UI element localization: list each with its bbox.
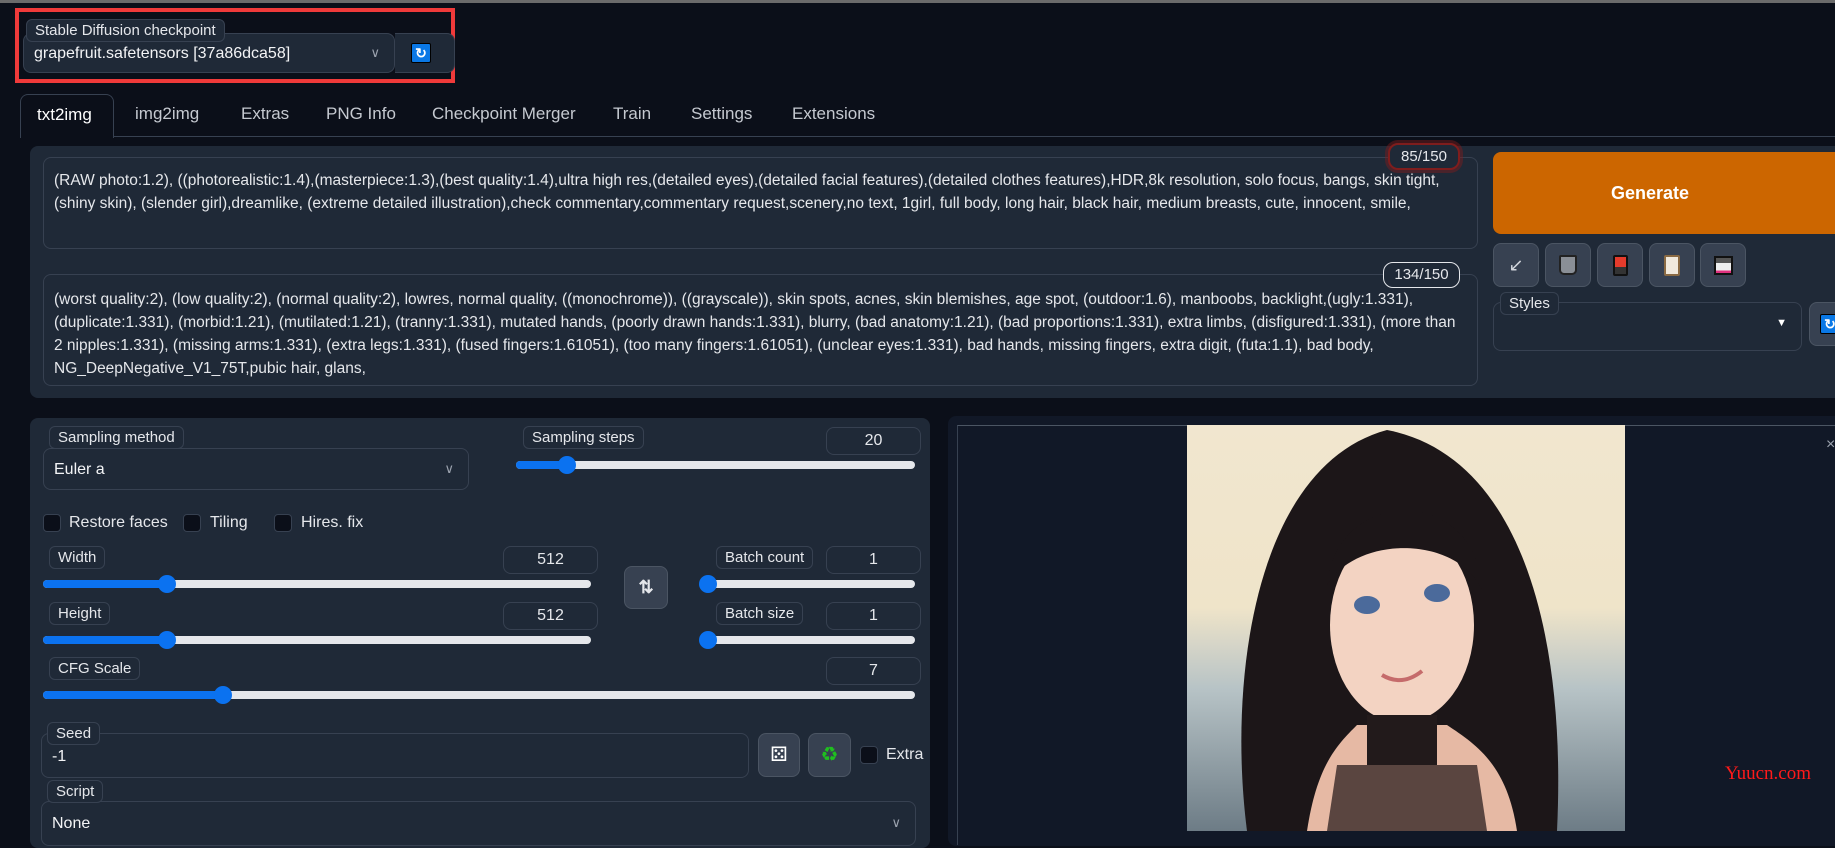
restore-faces-label: Restore faces xyxy=(69,514,168,531)
slider-thumb[interactable] xyxy=(557,456,576,474)
tab-img2img[interactable]: img2img xyxy=(135,104,199,124)
tab-txt2img[interactable]: txt2img xyxy=(20,94,114,138)
cfg-scale-slider[interactable] xyxy=(43,686,915,704)
height-slider[interactable] xyxy=(43,631,591,649)
generated-image[interactable] xyxy=(1187,425,1625,831)
batch-size-value[interactable]: 1 xyxy=(826,602,921,630)
script-dropdown[interactable]: None ∨ xyxy=(41,801,916,846)
tab-extras[interactable]: Extras xyxy=(241,104,289,124)
tiling-checkbox[interactable] xyxy=(183,514,201,532)
slider-thumb[interactable] xyxy=(699,631,717,649)
tab-extensions[interactable]: Extensions xyxy=(792,104,875,124)
hires-fix-checkbox[interactable] xyxy=(274,514,292,532)
chevron-down-icon: ∨ xyxy=(444,461,454,476)
checkpoint-value: grapefruit.safetensors [37a86dca58] xyxy=(34,45,291,62)
tab-checkpoint-merger[interactable]: Checkpoint Merger xyxy=(432,104,576,124)
chevron-down-icon: ∨ xyxy=(891,815,901,830)
clear-prompt-button[interactable] xyxy=(1545,243,1591,287)
swap-dimensions-button[interactable]: ⇅ xyxy=(624,566,668,609)
generate-button[interactable]: Generate xyxy=(1493,152,1835,234)
seed-input[interactable]: -1 xyxy=(41,733,749,778)
slider-fill xyxy=(43,580,167,588)
styles-refresh-button[interactable]: ↻ xyxy=(1809,302,1835,346)
slider-thumb[interactable] xyxy=(157,631,176,649)
batch-count-label: Batch count xyxy=(716,546,814,569)
sampling-method-label: Sampling method xyxy=(49,426,184,449)
save-style-button[interactable] xyxy=(1700,243,1746,287)
show-extra-networks-button[interactable] xyxy=(1597,243,1643,287)
reuse-seed-button[interactable]: ♻ xyxy=(808,733,851,777)
read-params-button[interactable]: ↙ xyxy=(1493,243,1539,287)
refresh-icon: ↻ xyxy=(1820,314,1835,334)
height-label: Height xyxy=(49,602,111,625)
seed-label: Seed xyxy=(47,722,101,745)
checkpoint-label: Stable Diffusion checkpoint xyxy=(26,19,225,42)
hires-fix-label: Hires. fix xyxy=(301,514,364,531)
script-label: Script xyxy=(47,780,104,803)
random-seed-button[interactable]: ⚄ xyxy=(758,733,800,777)
batch-count-slider[interactable] xyxy=(699,575,915,593)
floppy-disk-icon xyxy=(1713,256,1733,275)
batch-size-label: Batch size xyxy=(716,602,804,625)
script-value: None xyxy=(52,815,91,832)
sampling-steps-value[interactable]: 20 xyxy=(826,427,921,455)
dice-icon: ⚄ xyxy=(770,744,788,766)
arrow-down-left-icon: ↙ xyxy=(1508,255,1524,275)
width-label: Width xyxy=(49,546,106,569)
tab-settings[interactable]: Settings xyxy=(691,104,752,124)
slider-thumb[interactable] xyxy=(699,575,717,593)
sampling-steps-slider[interactable] xyxy=(516,456,915,474)
window-top-border xyxy=(0,0,1835,3)
clipboard-icon xyxy=(1664,255,1680,276)
cfg-scale-label: CFG Scale xyxy=(49,657,141,680)
width-value[interactable]: 512 xyxy=(503,546,598,574)
checkpoint-refresh-area: ↻ xyxy=(395,33,455,73)
batch-count-value[interactable]: 1 xyxy=(826,546,921,574)
slider-thumb[interactable] xyxy=(157,575,176,593)
prompt-token-counter: 85/150 xyxy=(1388,143,1460,170)
height-value[interactable]: 512 xyxy=(503,602,598,630)
seed-value: -1 xyxy=(52,748,67,765)
restore-faces-checkbox[interactable] xyxy=(43,514,61,532)
extra-seed-checkbox[interactable] xyxy=(860,746,878,764)
sampling-method-value: Euler a xyxy=(54,461,105,478)
red-card-icon xyxy=(1612,255,1628,276)
trash-icon xyxy=(1559,255,1577,275)
refresh-icon[interactable]: ↻ xyxy=(411,43,431,63)
styles-label: Styles xyxy=(1500,292,1559,315)
tab-divider xyxy=(113,136,1835,137)
batch-size-slider[interactable] xyxy=(699,631,915,649)
prompt-input[interactable]: (RAW photo:1.2), ((photorealistic:1.4),(… xyxy=(43,157,1478,249)
tab-png-info[interactable]: PNG Info xyxy=(326,104,396,124)
sampling-steps-label: Sampling steps xyxy=(523,426,644,449)
extra-seed-label: Extra xyxy=(886,746,924,763)
sampling-method-dropdown[interactable]: Euler a ∨ xyxy=(43,448,469,490)
tab-train[interactable]: Train xyxy=(613,104,651,124)
portrait-illustration xyxy=(1241,430,1559,831)
slider-fill xyxy=(43,691,224,699)
watermark: Yuucn.com xyxy=(1725,763,1812,784)
chevron-down-icon: ∨ xyxy=(370,45,380,60)
caret-down-icon: ▼ xyxy=(1776,317,1787,329)
recycle-icon: ♻ xyxy=(820,744,839,766)
slider-fill xyxy=(43,636,167,644)
tiling-label: Tiling xyxy=(210,514,248,531)
close-icon[interactable]: × xyxy=(1826,436,1835,454)
apply-style-button[interactable] xyxy=(1649,243,1695,287)
negative-prompt-input[interactable]: (worst quality:2), (low quality:2), (nor… xyxy=(43,274,1478,386)
swap-arrows-icon: ⇅ xyxy=(638,577,654,597)
width-slider[interactable] xyxy=(43,575,591,593)
negative-token-counter: 134/150 xyxy=(1383,262,1460,288)
cfg-scale-value[interactable]: 7 xyxy=(826,657,921,685)
